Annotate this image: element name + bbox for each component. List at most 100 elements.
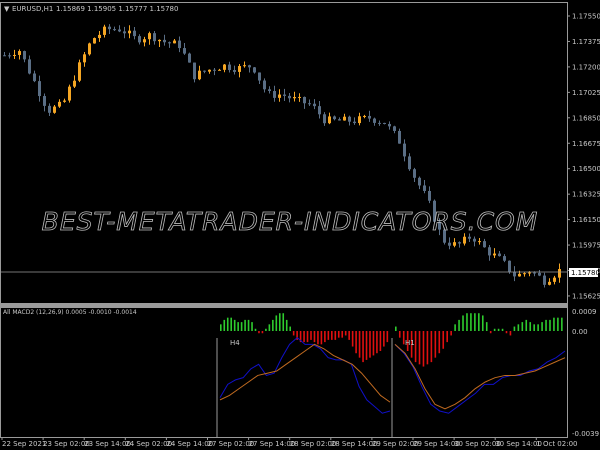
- time-label: 24 Sep 02:00: [125, 440, 172, 448]
- candle-body: [328, 116, 331, 124]
- histogram-bar: [517, 324, 520, 331]
- histogram-bar: [358, 331, 361, 358]
- candle-body: [448, 242, 451, 246]
- candle-body: [483, 241, 486, 248]
- histogram-bar: [324, 331, 326, 343]
- candle-body: [323, 114, 326, 124]
- candle-body: [148, 33, 151, 40]
- histogram-bar: [474, 313, 476, 331]
- candle-body: [23, 51, 26, 60]
- candle-body: [158, 39, 161, 42]
- histogram-bar: [521, 322, 524, 331]
- time-label: 29 Sep 14:00: [413, 440, 460, 448]
- watermark: BEST-METATRADER-INDICATORS.COM: [42, 207, 539, 236]
- candle-body: [153, 33, 156, 42]
- candle-body: [183, 48, 186, 54]
- histogram-bar: [386, 331, 389, 343]
- candle-body: [538, 272, 541, 276]
- signal-line-h1: [394, 343, 566, 410]
- histogram-bar: [237, 322, 239, 331]
- candle-body: [103, 26, 106, 35]
- main-panel-border: [0, 2, 568, 304]
- time-label: 1 Oct 02:00: [536, 440, 577, 448]
- price-label: 1.15625: [572, 292, 600, 300]
- candle-body: [273, 91, 276, 98]
- candle-body: [428, 190, 431, 201]
- price-label: 1.17025: [572, 89, 600, 97]
- histogram-bar: [462, 315, 464, 331]
- price-label: 1.17375: [572, 38, 600, 46]
- candle-body: [213, 69, 216, 71]
- histogram-bar: [254, 328, 257, 331]
- histogram-bar: [369, 331, 371, 358]
- histogram-bar: [282, 313, 285, 331]
- time-axis: 22 Sep 202123 Sep 02:0023 Sep 14:0024 Se…: [1, 437, 577, 448]
- price-label: 1.16150: [572, 216, 600, 224]
- candle-body: [83, 54, 86, 63]
- histogram-bar: [458, 319, 460, 331]
- histogram-bar: [313, 331, 316, 343]
- menu-triangle-icon[interactable]: ▼: [4, 5, 10, 13]
- histogram-bar: [446, 331, 448, 343]
- candle-body: [133, 30, 136, 37]
- current-price-label: 1.15780: [571, 269, 600, 277]
- histogram-bar: [513, 326, 516, 331]
- candle-body: [308, 103, 311, 105]
- candle-body: [388, 123, 391, 127]
- candle-body: [543, 275, 546, 285]
- histogram-bar: [525, 319, 528, 331]
- candle-body: [38, 81, 41, 97]
- histogram-bar: [442, 331, 445, 349]
- histogram-bar: [497, 328, 500, 331]
- candle-body: [303, 96, 306, 104]
- trading-chart[interactable]: BEST-METATRADER-INDICATORS.COM ▼ EURUSD,…: [0, 0, 600, 450]
- histogram-bar: [331, 331, 333, 340]
- histogram-bar: [365, 331, 368, 360]
- histogram-bar: [285, 319, 288, 331]
- histogram-bar: [351, 331, 354, 347]
- ohlc-readout: 1.15869 1.15905 1.15777 1.15780: [56, 5, 178, 13]
- candle-body: [398, 130, 401, 144]
- candle-body: [243, 65, 246, 67]
- time-label: 29 Sep 02:00: [372, 440, 419, 448]
- histogram-bar: [395, 326, 397, 331]
- price-label: 1.15975: [572, 242, 600, 250]
- candle-body: [143, 39, 146, 43]
- candle-body: [298, 96, 301, 98]
- histogram-bar: [541, 322, 543, 331]
- histogram-bar: [557, 317, 559, 331]
- candle-body: [73, 80, 76, 87]
- candle-body: [508, 260, 511, 272]
- candle-body: [373, 118, 376, 123]
- price-label: 1.17550: [572, 13, 600, 21]
- histogram-bar: [303, 331, 305, 343]
- time-label: 28 Sep 02:00: [290, 440, 337, 448]
- histogram-bar: [247, 319, 250, 331]
- candle-body: [333, 116, 336, 120]
- histogram-bar: [355, 331, 357, 354]
- candle-body: [553, 277, 556, 282]
- candle-body: [93, 38, 96, 44]
- time-label: 27 Sep 14:00: [249, 440, 296, 448]
- histogram-bar: [505, 331, 508, 334]
- candle-body: [283, 94, 286, 96]
- candle-body: [558, 269, 561, 278]
- candle-body: [48, 105, 51, 113]
- histogram-bar: [485, 322, 488, 331]
- histogram-bar: [233, 319, 236, 331]
- candle-body: [263, 80, 266, 90]
- histogram-bar: [226, 317, 229, 331]
- candle-body: [268, 89, 271, 92]
- histogram-bar: [493, 328, 496, 331]
- candle-body: [198, 70, 201, 80]
- histogram-bar: [537, 324, 539, 331]
- histogram-bar: [376, 331, 378, 354]
- histogram-bar: [223, 319, 226, 331]
- panel-separator[interactable]: [0, 304, 568, 307]
- histogram-bar: [501, 328, 504, 331]
- candle-body: [488, 247, 491, 256]
- histogram-bar: [306, 331, 309, 343]
- histogram-bar: [418, 331, 421, 365]
- candle-body: [118, 29, 121, 32]
- histogram-bar: [341, 331, 344, 338]
